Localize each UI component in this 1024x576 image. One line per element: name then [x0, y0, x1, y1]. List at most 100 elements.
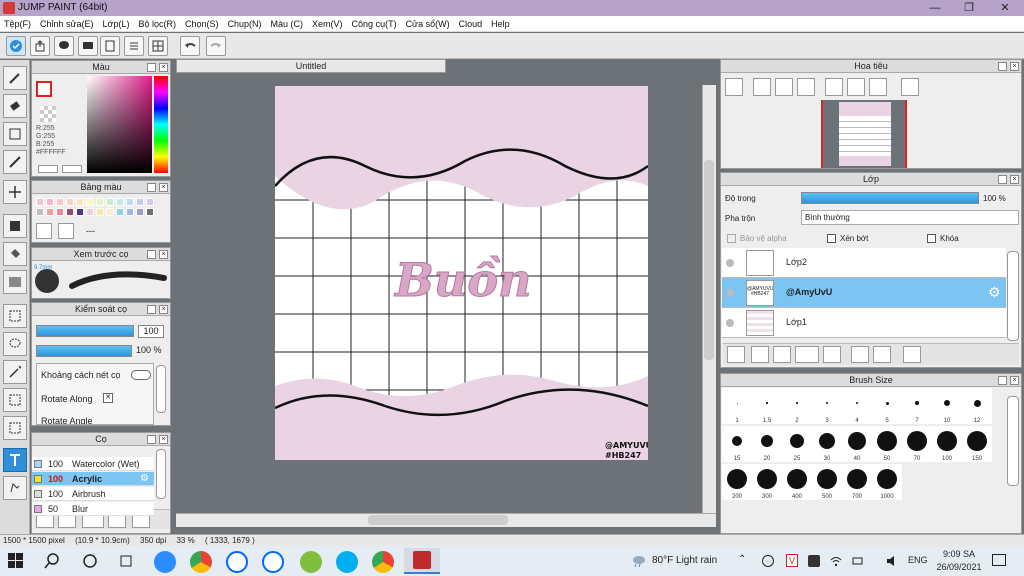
panel-float-icon[interactable] [147, 305, 156, 314]
cortana-icon[interactable] [82, 553, 98, 569]
palette-swatch[interactable] [36, 208, 44, 216]
tray-v-icon[interactable]: V [786, 554, 798, 567]
weather-text[interactable]: 80°F Light rain [652, 555, 717, 566]
app-green-icon[interactable] [300, 551, 322, 573]
palette-swatch[interactable] [86, 198, 94, 206]
skype-icon[interactable] [336, 551, 358, 573]
move-icon[interactable] [3, 180, 27, 204]
palette-swatch[interactable] [36, 198, 44, 206]
foreground-color-swatch[interactable] [36, 81, 52, 97]
menu-file[interactable]: Tệp(F) [4, 19, 31, 29]
comment-icon[interactable] [54, 36, 74, 56]
palette-swatch[interactable] [146, 208, 154, 216]
new-8bit-layer-icon[interactable] [773, 346, 791, 363]
panel-close-icon[interactable]: × [1010, 175, 1019, 184]
brush-size-cell[interactable]: 40 [842, 426, 872, 462]
brush-size-scrollbar[interactable] [1007, 396, 1019, 486]
palette-swatch[interactable] [46, 208, 54, 216]
new-palette-icon[interactable] [36, 223, 52, 239]
chrome-icon-2[interactable] [372, 551, 394, 573]
brush-size-cell[interactable]: 30 [812, 426, 842, 462]
palette-swatch[interactable] [46, 198, 54, 206]
document-tab[interactable]: Untitled [176, 59, 446, 73]
panel-close-icon[interactable]: × [159, 435, 168, 444]
clock-date[interactable]: 26/09/2021 [934, 562, 984, 572]
menu-window[interactable]: Cửa sổ(W) [406, 19, 450, 29]
brush-size-cell[interactable]: 500 [812, 464, 842, 500]
brush-size-cell[interactable]: 150 [962, 426, 992, 462]
tray-chevron-up-icon[interactable]: ⌃ [738, 554, 746, 565]
panel-float-icon[interactable] [147, 63, 156, 72]
layer-settings-gear-icon[interactable]: ⚙ [988, 284, 1001, 301]
search-icon[interactable] [44, 553, 60, 569]
layer-row[interactable]: @AMYUVU #HB247 @AmyUvU ⚙ [722, 278, 1006, 308]
menu-cloud[interactable]: Cloud [459, 19, 483, 29]
panel-float-icon[interactable] [147, 435, 156, 444]
panel-close-icon[interactable]: × [159, 250, 168, 259]
clock-time[interactable]: 9:09 SA [940, 549, 978, 559]
layer-row[interactable]: Lớp1 [722, 308, 1006, 338]
brush-list-scrollbar[interactable] [156, 449, 166, 499]
palette-swatch[interactable] [66, 198, 74, 206]
palette-swatch[interactable] [106, 198, 114, 206]
panel-close-icon[interactable]: × [159, 305, 168, 314]
background-color-swatch[interactable] [40, 106, 56, 122]
speaker-icon[interactable] [886, 555, 898, 567]
lasso-icon[interactable] [3, 332, 27, 356]
brush-list-item[interactable]: 50 Blur [32, 502, 154, 516]
palette-swatch[interactable] [106, 208, 114, 216]
reset-view-icon[interactable] [847, 78, 865, 96]
spacing-toggle[interactable] [131, 370, 151, 380]
panel-float-icon[interactable] [998, 175, 1007, 184]
layer-opacity-slider[interactable] [801, 192, 979, 204]
brush-size-cell[interactable]: 25 [782, 426, 812, 462]
layer-visibility-icon[interactable] [726, 259, 734, 267]
jumppaint-taskbar-button[interactable] [404, 548, 440, 574]
palette-swatch[interactable] [76, 198, 84, 206]
gradient-icon[interactable] [3, 270, 27, 294]
palette-swatch[interactable] [56, 198, 64, 206]
palette-swatch[interactable] [96, 208, 104, 216]
brush-size-cell[interactable]: 200 [722, 464, 752, 500]
magic-wand-icon[interactable] [3, 360, 27, 384]
brush-size-cell[interactable]: 7 [902, 388, 932, 424]
panel-float-icon[interactable] [147, 250, 156, 259]
delete-palette-icon[interactable] [58, 223, 74, 239]
brush-size-cell[interactable]: 1 [722, 388, 752, 424]
palette-swatch[interactable] [66, 208, 74, 216]
pen-icon[interactable] [3, 66, 27, 90]
tray-app-icon[interactable] [762, 555, 774, 567]
menu-tools[interactable]: Công cụ(T) [352, 19, 397, 29]
panel-close-icon[interactable]: × [1010, 62, 1019, 71]
panel-close-icon[interactable]: × [159, 63, 168, 72]
fill-rect-icon[interactable] [3, 214, 27, 238]
palette-swatch[interactable] [136, 208, 144, 216]
chrome-icon[interactable] [190, 551, 212, 573]
rectangle-icon[interactable] [3, 122, 27, 146]
layer-visibility-icon[interactable] [726, 289, 734, 297]
rotate-left-icon[interactable] [825, 78, 843, 96]
zoom-out-icon[interactable] [797, 78, 815, 96]
fit-window-icon[interactable] [775, 78, 793, 96]
palette-swatch[interactable] [116, 198, 124, 206]
select-eraser-icon[interactable] [3, 416, 27, 440]
document-icon[interactable] [100, 36, 120, 56]
hand-icon[interactable] [3, 476, 27, 500]
menu-select[interactable]: Chọn(S) [185, 19, 219, 29]
protect-alpha-checkbox[interactable] [727, 234, 736, 243]
palette-swatch[interactable] [146, 198, 154, 206]
color-mode-button[interactable] [38, 165, 58, 173]
cloud-check-icon[interactable] [6, 36, 26, 56]
undo-icon[interactable] [180, 36, 200, 56]
panel-float-icon[interactable] [998, 376, 1007, 385]
menu-edit[interactable]: Chỉnh sửa(E) [40, 19, 94, 29]
color-mode-button-2[interactable] [62, 165, 82, 173]
new-halftone-layer-icon[interactable] [751, 346, 769, 363]
brush-size-cell[interactable]: 3 [812, 388, 842, 424]
brush-size-value[interactable]: 100 [138, 325, 164, 338]
palette-swatch[interactable] [56, 208, 64, 216]
flip-icon[interactable] [901, 78, 919, 96]
brush-size-cell[interactable]: 2 [782, 388, 812, 424]
battery-icon[interactable] [852, 555, 864, 567]
brush-size-slider[interactable] [36, 325, 134, 337]
